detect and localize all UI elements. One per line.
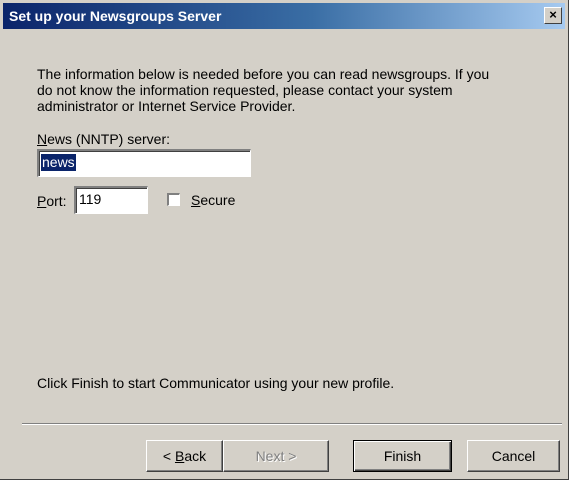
finish-hint-text: Click Finish to start Communicator using… bbox=[37, 375, 395, 391]
back-accesskey: B bbox=[174, 448, 185, 464]
port-accesskey: P bbox=[37, 193, 47, 209]
button-separator bbox=[22, 423, 562, 425]
port-label-text: ort: bbox=[46, 193, 67, 209]
newsgroups-setup-dialog: Set up your Newsgroups Server × The info… bbox=[0, 0, 569, 480]
news-server-value: news bbox=[41, 154, 76, 171]
close-button[interactable]: × bbox=[544, 7, 562, 24]
secure-accesskey: S bbox=[191, 192, 201, 208]
port-label: Port: bbox=[37, 193, 67, 209]
news-server-accesskey: N bbox=[37, 131, 48, 147]
news-server-input[interactable]: news bbox=[37, 149, 251, 177]
intro-text: The information below is needed before y… bbox=[37, 66, 490, 114]
cancel-button[interactable]: Cancel bbox=[467, 440, 560, 472]
title-bar[interactable]: Set up your Newsgroups Server × bbox=[3, 3, 565, 29]
back-button[interactable]: < Back bbox=[146, 440, 223, 472]
secure-label[interactable]: Secure bbox=[191, 192, 235, 208]
finish-button[interactable]: Finish bbox=[353, 440, 452, 472]
port-value: 119 bbox=[79, 191, 102, 207]
close-icon: × bbox=[549, 7, 557, 22]
secure-label-text: ecure bbox=[200, 192, 236, 208]
secure-checkbox[interactable] bbox=[167, 193, 180, 206]
news-server-label: News (NNTP) server: bbox=[37, 131, 170, 147]
news-server-label-text: ews (NNTP) server: bbox=[47, 131, 171, 147]
port-input[interactable]: 119 bbox=[74, 186, 148, 214]
dialog-title: Set up your Newsgroups Server bbox=[9, 8, 222, 24]
next-button[interactable]: Next > bbox=[223, 440, 329, 472]
